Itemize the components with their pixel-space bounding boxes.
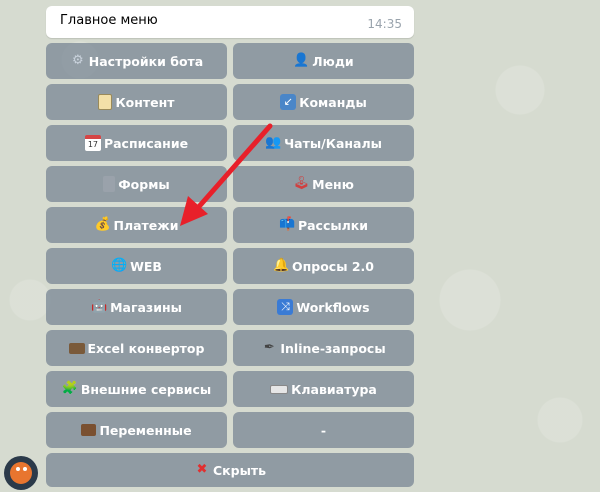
gear-icon: ⚙ [71,53,84,68]
key-label: Магазины [110,299,182,315]
key-content[interactable]: Контент [46,84,227,120]
bell-icon: 🔔 [272,258,290,273]
key-shops[interactable]: 🤖 Магазины [46,289,227,325]
cross-icon: ✖ [196,462,208,477]
clipboard-icon [98,94,113,110]
key-label: Excel конвертор [87,340,205,356]
calendar-icon: 17 [84,135,101,151]
message-bubble: Главное меню 14:35 [46,6,414,38]
key-label: Рассылки [297,217,369,233]
key-excel-converter[interactable]: Excel конвертор [46,330,227,366]
message-time: 14:35 [367,17,402,31]
arrow-box-icon: ↙ [280,94,297,110]
robot-icon: 🤖 [91,299,108,314]
key-commands[interactable]: ↙ Команды [233,84,414,120]
bot-avatar[interactable] [4,456,38,490]
joystick-icon: 🕹 [293,176,310,191]
key-schedule[interactable]: 17 Расписание [46,125,227,161]
credit-card-icon [68,342,85,354]
key-keyboard[interactable]: Клавиатура [233,371,414,407]
key-label: Настройки бота [88,53,204,69]
key-menu[interactable]: 🕹 Меню [233,166,414,202]
key-workflows[interactable]: ⤨ Workflows [233,289,414,325]
key-label: Люди [312,53,354,69]
key-label: Команды [299,94,367,110]
people-icon: 👥 [265,135,282,150]
person-icon: 👤 [293,53,310,68]
key-label: Скрыть [212,462,267,478]
key-label: Расписание [103,135,189,151]
key-label: - [320,422,327,438]
key-label: Inline-запросы [280,340,386,356]
avatar-eye [16,467,20,471]
key-label: Платежи [113,217,179,233]
key-label: WEB [130,258,162,274]
key-label: Клавиатура [291,381,377,397]
puzzle-icon: 🧩 [61,381,78,396]
shuffle-icon: ⤨ [277,299,294,315]
mailbox-icon: 📫 [278,217,296,232]
key-label: Внешние сервисы [80,381,212,397]
avatar-eye [23,467,27,471]
key-external-services[interactable]: 🧩 Внешние сервисы [46,371,227,407]
avatar-face [10,462,32,484]
key-label: Переменные [99,422,192,438]
key-people[interactable]: 👤 Люди [233,43,414,79]
key-label: Опросы 2.0 [291,258,374,274]
key-mailings[interactable]: 📫 Рассылки [233,207,414,243]
key-label: Контент [115,94,175,110]
key-placeholder[interactable]: - [233,412,414,448]
key-web[interactable]: 🌐 WEB [46,248,227,284]
money-bag-icon: 💰 [94,217,111,232]
key-inline-queries[interactable]: ✒ Inline-запросы [233,330,414,366]
key-label: Чаты/Каналы [284,135,382,151]
key-label: Меню [312,176,354,192]
key-hide[interactable]: ✖ Скрыть [46,453,414,487]
inline-keyboard: ⚙ Настройки бота 👤 Люди Контент ↙ Команд… [46,43,414,487]
key-label: Workflows [296,299,370,315]
file-cabinet-icon [103,176,116,192]
key-bot-settings[interactable]: ⚙ Настройки бота [46,43,227,79]
message-title: Главное меню [60,13,158,28]
key-chats-channels[interactable]: 👥 Чаты/Каналы [233,125,414,161]
key-payments[interactable]: 💰 Платежи [46,207,227,243]
globe-icon: 🌐 [111,258,128,273]
keyboard-icon [270,384,289,394]
key-variables[interactable]: Переменные [46,412,227,448]
pen-icon: ✒ [263,340,275,355]
key-forms[interactable]: Формы [46,166,227,202]
key-label: Формы [118,176,170,192]
briefcase-icon [81,424,97,436]
key-polls[interactable]: 🔔 Опросы 2.0 [233,248,414,284]
